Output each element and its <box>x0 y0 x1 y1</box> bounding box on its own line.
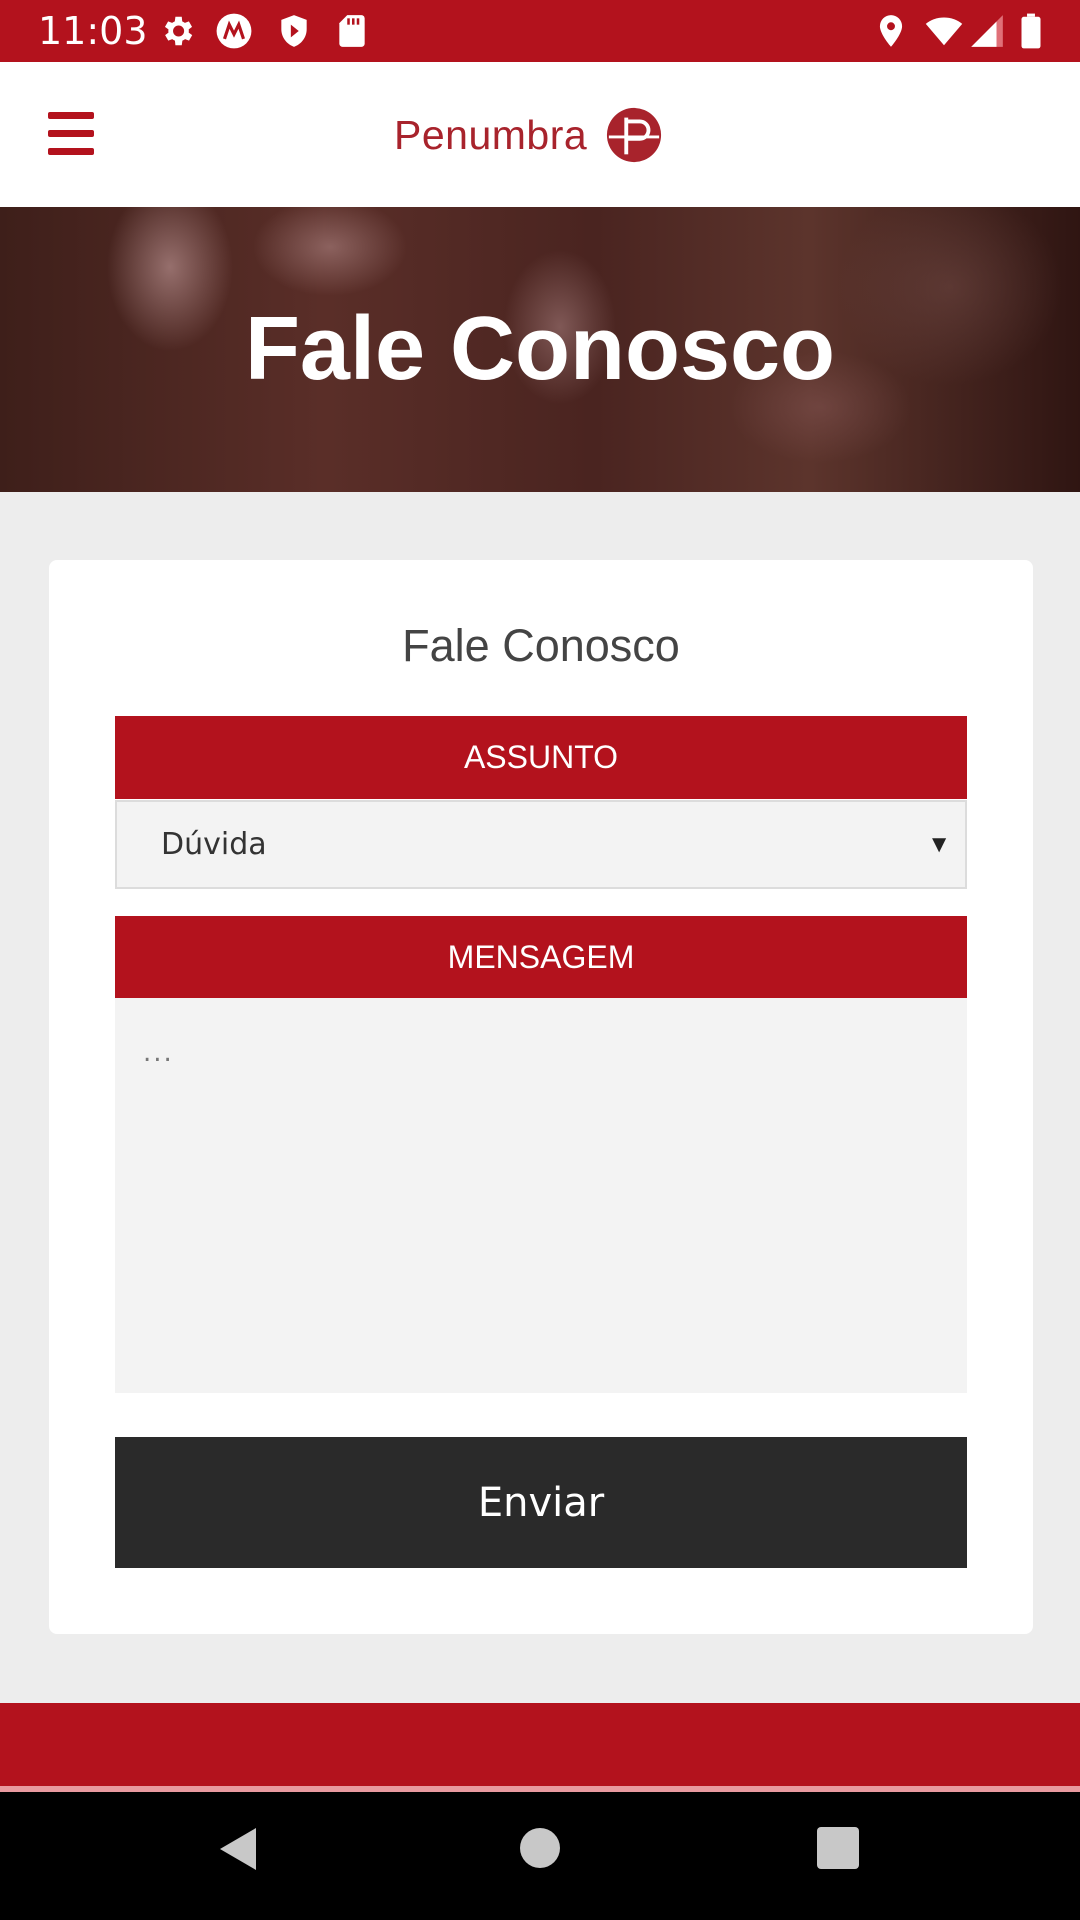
signal-icon <box>968 12 1006 50</box>
battery-icon <box>1012 12 1050 50</box>
location-icon <box>872 12 910 50</box>
motorola-icon <box>215 12 253 50</box>
settings-icon <box>158 12 196 50</box>
message-placeholder: ... <box>143 1038 174 1068</box>
footer-bar <box>0 1703 1080 1786</box>
hero-banner: Fale Conosco <box>0 207 1080 492</box>
app-header: Penumbra <box>0 62 1080 207</box>
hero-title: Fale Conosco <box>244 299 836 399</box>
brand-logo[interactable]: Penumbra <box>394 104 663 166</box>
form-title: Fale Conosco <box>402 620 680 671</box>
message-textarea[interactable]: ... <box>115 998 967 1393</box>
subject-select[interactable]: Dúvida ▼ <box>115 800 967 889</box>
wifi-icon <box>922 12 966 50</box>
home-icon[interactable] <box>520 1828 560 1868</box>
contact-form-card: Fale Conosco ASSUNTO Dúvida ▼ MENSAGEM .… <box>49 560 1033 1634</box>
play-protect-icon <box>275 12 313 50</box>
status-time: 11:03 <box>38 9 148 53</box>
status-bar: 11:03 <box>0 0 1080 62</box>
hamburger-menu-icon[interactable] <box>44 108 100 160</box>
system-nav-bar <box>0 1792 1080 1920</box>
message-label: MENSAGEM <box>115 916 967 999</box>
logo-text: Penumbra <box>394 111 588 158</box>
recent-apps-icon[interactable] <box>817 1827 859 1869</box>
logo-mark-icon <box>607 107 662 163</box>
sd-card-icon <box>333 12 371 50</box>
chevron-down-icon: ▼ <box>927 831 951 858</box>
subject-label: ASSUNTO <box>115 716 967 799</box>
send-button[interactable]: Enviar <box>115 1437 967 1568</box>
subject-selected-value: Dúvida <box>161 827 267 862</box>
back-icon[interactable] <box>216 1824 260 1874</box>
